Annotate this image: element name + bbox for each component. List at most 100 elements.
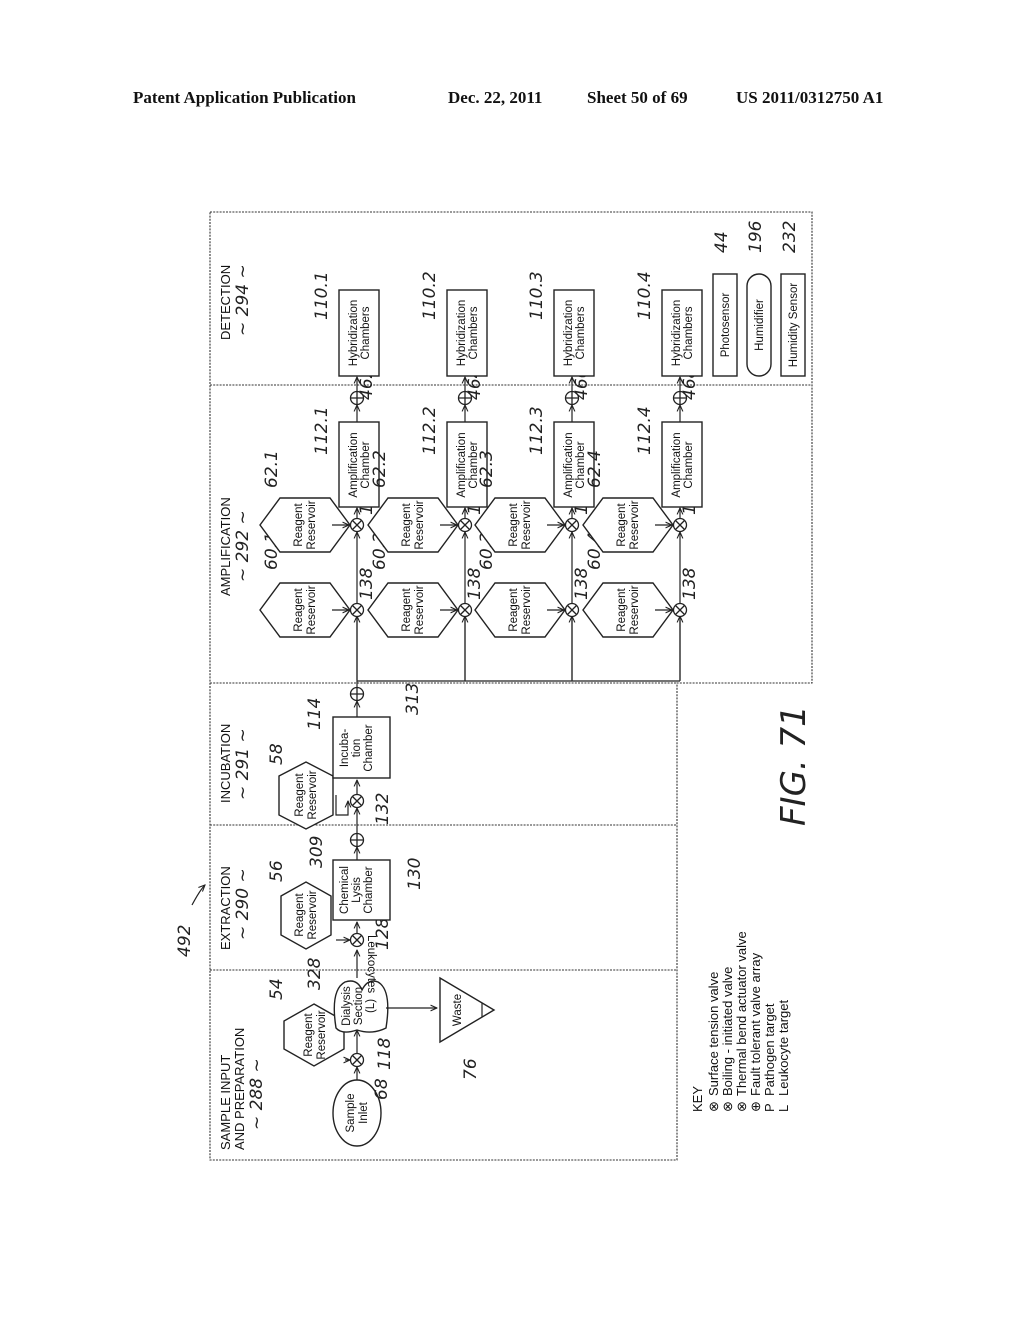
reagent-reservoir-b: Reagent Reservoir 62.2 bbox=[367, 450, 459, 553]
ref-label: 196 bbox=[746, 220, 766, 253]
svg-text:Reservoir: Reservoir bbox=[307, 890, 319, 939]
ref-label: 76 bbox=[461, 1058, 481, 1080]
key-title: KEY bbox=[690, 1086, 705, 1112]
surface-tension-valve-icon bbox=[349, 932, 365, 948]
hyb-label: Hybridization bbox=[563, 300, 575, 366]
amplification-chamber: Amplification Chamber112.1 bbox=[312, 406, 380, 508]
reagent-label: Reservoir bbox=[521, 500, 533, 549]
reagent-label: Reservoir bbox=[414, 500, 426, 549]
stage-ref: ~ 290 ~ bbox=[233, 868, 253, 940]
svg-text:Lysis: Lysis bbox=[351, 877, 363, 903]
sample-inlet: Sample Inlet 68 bbox=[332, 1078, 392, 1147]
ref-label: 130 bbox=[405, 858, 425, 890]
reagent-reservoir-b: Reagent Reservoir 62.4 bbox=[582, 450, 674, 553]
surface-tension-valve-icon bbox=[672, 517, 688, 533]
surface-tension-valve-icon bbox=[564, 517, 580, 533]
ref-label: 132 bbox=[373, 793, 393, 825]
incubation-chamber: Incuba- tion Chamber 114 bbox=[305, 698, 391, 779]
svg-text:Inlet: Inlet bbox=[358, 1101, 370, 1124]
ref-label: 62.3 bbox=[477, 450, 497, 488]
fault-tolerant-valve-icon bbox=[349, 832, 365, 848]
ref-label: 110.1 bbox=[312, 271, 332, 320]
hyb-label: Hybridization bbox=[671, 300, 683, 366]
amp-label: Amplification bbox=[563, 432, 575, 497]
key-item: P Pathogen target bbox=[762, 1003, 777, 1112]
key-symbol: ⊗ bbox=[734, 1101, 749, 1112]
lane-3: Reagent Reservoir60.3Reagent Reservoir62.3… bbox=[474, 271, 595, 680]
amplification-chamber: Amplification Chamber 112.4 bbox=[635, 406, 703, 508]
reagent-label: Reagent bbox=[616, 587, 628, 631]
surface-tension-valve-icon bbox=[349, 793, 365, 809]
reagent-label: Reagent bbox=[293, 502, 305, 546]
svg-text:Reagent: Reagent bbox=[303, 1012, 315, 1056]
humidity-sensor: Humidity Sensor 232 bbox=[780, 221, 806, 377]
figure-label: FIG. 71 bbox=[774, 705, 814, 826]
stage-ref: ~ 292 ~ bbox=[233, 510, 253, 582]
hyb-label: Hybridization bbox=[348, 300, 360, 366]
reagent-label: Reagent bbox=[401, 502, 413, 546]
ref-label: 232 bbox=[780, 221, 800, 253]
ref-label: 138 bbox=[357, 567, 377, 600]
svg-text:Chamber: Chamber bbox=[363, 724, 375, 771]
key-symbol: P bbox=[762, 1103, 777, 1112]
svg-text:Dialysis: Dialysis bbox=[341, 986, 353, 1026]
ref-label: 56 bbox=[267, 860, 287, 882]
ref-label: 112.2 bbox=[420, 406, 440, 455]
key-legend: KEY ⊗ Surface tension valve ⊗ Boiling - ini… bbox=[690, 931, 791, 1112]
reagent-reservoir-58: Reagent Reservoir 58 bbox=[267, 743, 334, 830]
ref-label: 62.1 bbox=[262, 450, 282, 488]
hyb-label: Chambers bbox=[683, 306, 695, 359]
ref-label: 313 bbox=[403, 683, 423, 715]
reagent-label: Reagent bbox=[508, 587, 520, 631]
svg-text:Reservoir: Reservoir bbox=[307, 770, 319, 819]
key-text: Thermal bend actuator valve bbox=[734, 931, 749, 1096]
amplification-chamber: Amplification Chamber112.3 bbox=[527, 406, 595, 508]
key-item: ⊗ Surface tension valve bbox=[706, 972, 721, 1112]
stage-title: INCUBATION bbox=[218, 724, 233, 803]
ref-label: 112.1 bbox=[312, 406, 332, 455]
svg-text:Photosensor: Photosensor bbox=[720, 293, 732, 358]
ref-label: 114 bbox=[305, 698, 325, 730]
reagent-label: Reservoir bbox=[521, 585, 533, 634]
key-text: Surface tension valve bbox=[706, 972, 721, 1096]
stage-title: EXTRACTION bbox=[218, 866, 233, 950]
ref-label: 62.4 bbox=[585, 450, 605, 488]
system-ref: 492 bbox=[175, 885, 205, 957]
ref-label: 309 bbox=[307, 836, 327, 868]
reagent-label: Reagent bbox=[401, 587, 413, 631]
svg-text:Humidity Sensor: Humidity Sensor bbox=[788, 283, 800, 368]
reagent-label: Reagent bbox=[616, 502, 628, 546]
surface-tension-valve-icon bbox=[672, 602, 688, 618]
ref-label: 110.3 bbox=[527, 271, 547, 320]
ref-label: 112.4 bbox=[635, 406, 655, 455]
hyb-label: Chambers bbox=[575, 306, 587, 359]
amp-label: Chamber bbox=[683, 441, 695, 488]
reagent-label: Reagent bbox=[293, 587, 305, 631]
reagent-label: Reservoir bbox=[306, 500, 318, 549]
ref-label: 328 bbox=[305, 957, 325, 990]
reagent-reservoir-b: Reagent Reservoir 62.1 bbox=[259, 450, 351, 553]
stage-ref: ~ 288 ~ bbox=[247, 1058, 267, 1130]
svg-text:Reservoir: Reservoir bbox=[316, 1010, 328, 1059]
stage-sample: SAMPLE INPUT AND PREPARATION ~ 288 ~ bbox=[218, 1028, 267, 1150]
key-text: Fault tolerant valve array bbox=[748, 952, 763, 1096]
svg-text:Sample: Sample bbox=[345, 1094, 357, 1133]
amplification-lanes: Reagent Reservoir60.1Reagent Reservoir62.1… bbox=[259, 271, 703, 680]
key-text: Leukocyte target bbox=[776, 999, 791, 1096]
photosensor: Photosensor 44 bbox=[712, 231, 738, 377]
svg-text:492: 492 bbox=[175, 925, 195, 957]
svg-text:Reagent: Reagent bbox=[294, 772, 306, 816]
surface-tension-valve-icon bbox=[564, 602, 580, 618]
reagent-label: Reservoir bbox=[629, 500, 641, 549]
humidifier: Humidifier 196 bbox=[746, 220, 772, 377]
stage-title: DETECTION bbox=[218, 265, 233, 340]
stage-ref: ~ 291 ~ bbox=[233, 728, 253, 800]
stage-title: AMPLIFICATION bbox=[218, 497, 233, 596]
hybridization-chamber: Hybridization Chambers 110.1 bbox=[312, 271, 380, 377]
key-symbol: L bbox=[776, 1105, 791, 1112]
lane-2: Reagent Reservoir60.2Reagent Reservoir62.2… bbox=[367, 271, 488, 680]
key-text: Pathogen target bbox=[762, 1003, 777, 1096]
diagram: SAMPLE INPUT AND PREPARATION ~ 288 ~ EXT… bbox=[175, 211, 814, 1161]
reagent-label: Reagent bbox=[508, 502, 520, 546]
ref-label: 68 bbox=[372, 1078, 392, 1100]
